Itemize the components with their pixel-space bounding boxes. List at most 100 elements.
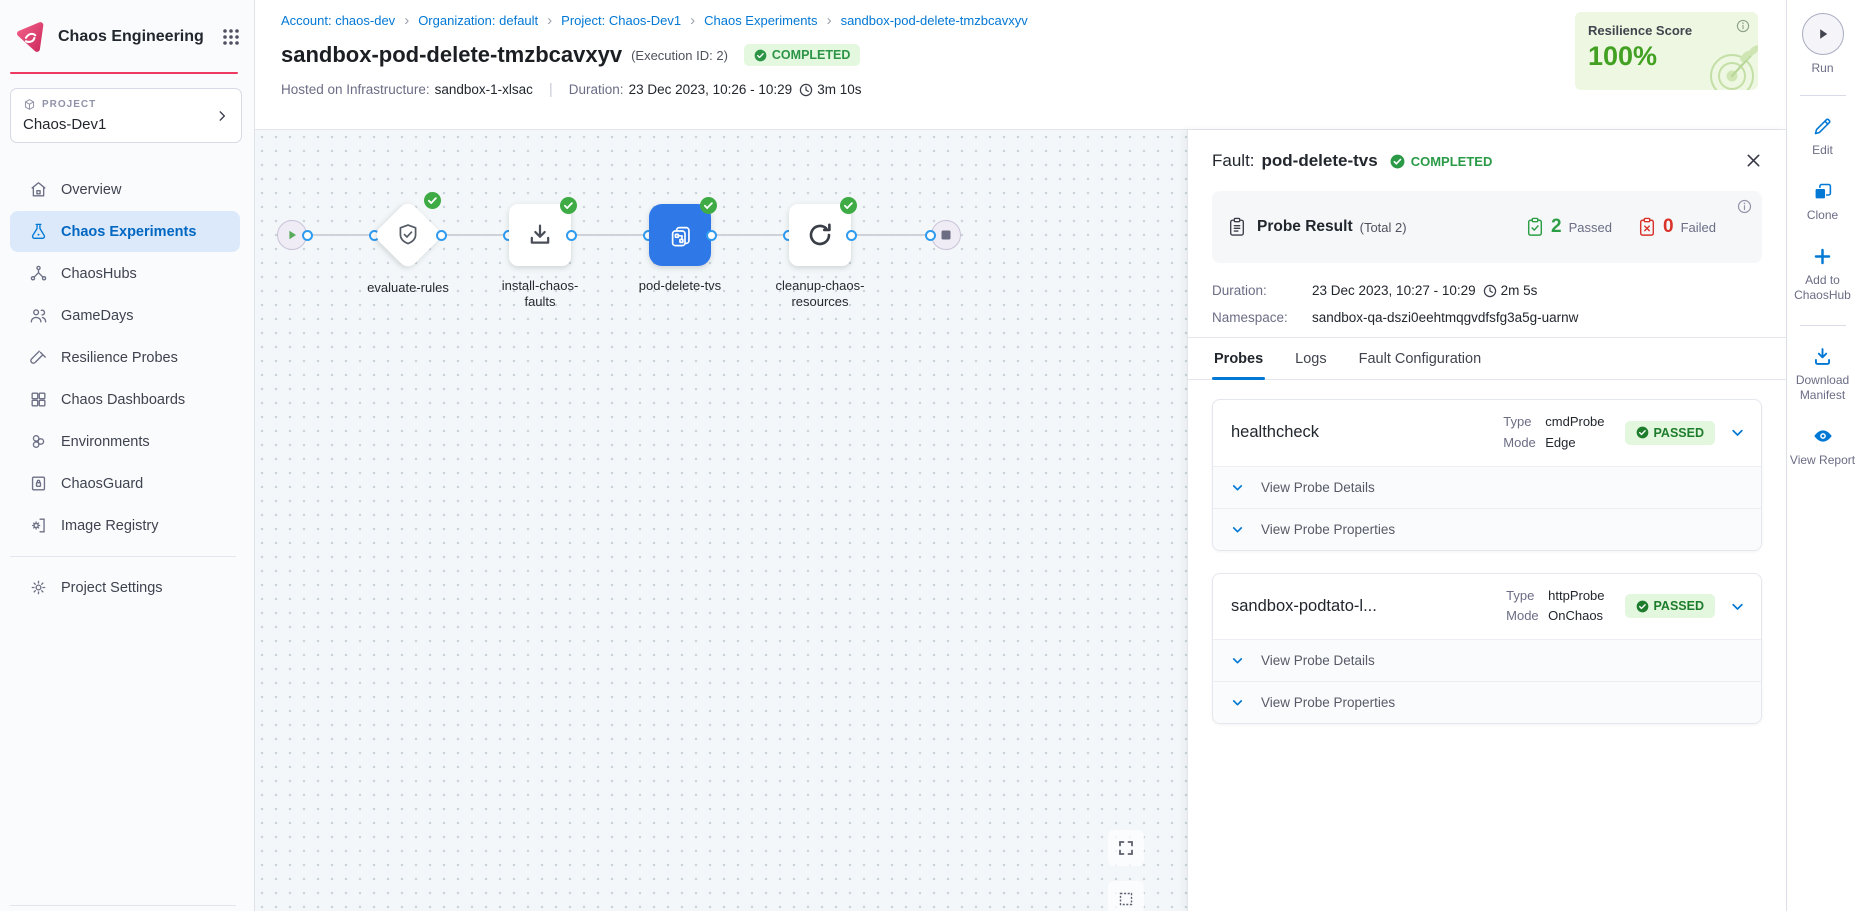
tab-logs[interactable]: Logs [1293,338,1328,379]
eye-icon [1812,425,1834,447]
clipboard-icon [1228,217,1246,237]
probe-result-title: Probe Result [1257,218,1353,236]
view-probe-details-row[interactable]: View Probe Details [1213,639,1761,681]
add-to-chaoshub-button[interactable]: Add to ChaosHub [1787,245,1858,303]
probe-mode: OnChaos [1548,606,1603,627]
clone-label: Clone [1807,208,1838,223]
sidebar-item-resilience-probes[interactable]: Resilience Probes [10,337,240,378]
close-icon[interactable] [1745,152,1762,169]
tab-probes[interactable]: Probes [1212,338,1265,379]
sidebar-item-environments[interactable]: Environments [10,421,240,462]
sidebar-item-label: Environments [61,434,150,450]
sidebar-item-chaos-experiments[interactable]: Chaos Experiments [10,211,240,252]
refresh-icon [805,220,835,250]
view-report-button[interactable]: View Report [1790,425,1855,468]
probe-card-sandbox-podtato: sandbox-podtato-l... TypehttpProbe ModeO… [1212,573,1762,725]
sidebar-item-image-registry[interactable]: Image Registry [10,505,240,546]
cube-icon [23,98,36,111]
environments-icon [29,432,48,451]
chevron-down-icon[interactable] [1730,599,1745,614]
brand-row: Chaos Engineering [0,0,254,72]
breadcrumb-organization[interactable]: Organization: default [418,13,538,28]
chevron-separator-icon: › [690,13,695,28]
fault-panel-header: Fault: pod-delete-tvs COMPLETED [1188,130,1786,171]
check-circle-icon [700,197,717,214]
tab-fault-configuration[interactable]: Fault Configuration [1357,338,1484,379]
node-label: evaluate-rules [356,280,460,296]
probe-type-mode: TypecmdProbe ModeEdge [1503,412,1604,454]
edit-button[interactable]: Edit [1812,115,1833,158]
chevron-separator-icon: › [547,13,552,28]
target-illustration [1690,34,1758,90]
download-manifest-button[interactable]: Download Manifest [1787,345,1858,403]
pipeline-node-pod-delete-tvs[interactable]: pod-delete-tvs [649,204,711,266]
sidebar-item-project-settings[interactable]: Project Settings [10,567,240,608]
sidebar-item-chaosguard[interactable]: ChaosGuard [10,463,240,504]
fault-status-badge: COMPLETED [1390,154,1493,169]
app-switcher-icon[interactable] [222,28,240,46]
hub-icon [29,264,48,283]
run-label: Run [1811,61,1833,76]
sidebar-item-chaos-dashboards[interactable]: Chaos Dashboards [10,379,240,420]
pipeline-node-evaluate-rules[interactable]: evaluate-rules [375,202,441,268]
project-selector[interactable]: PROJECT Chaos-Dev1 [10,88,242,143]
fault-meta: Duration: 23 Dec 2023, 10:27 - 10:29 2m … [1212,283,1762,325]
fault-duration-elapsed: 2m 5s [1501,283,1538,298]
view-probe-details-label: View Probe Details [1261,653,1375,668]
chevron-separator-icon: › [404,13,409,28]
pipeline-node-cleanup-chaos-resources[interactable]: cleanup-chaos-resources [789,204,851,266]
view-probe-properties-label: View Probe Properties [1261,522,1395,537]
view-report-label: View Report [1790,453,1855,468]
clock-icon [1483,284,1497,298]
probe-type: httpProbe [1548,586,1604,607]
clipboard-x-icon [1638,217,1656,237]
run-button[interactable] [1802,13,1844,55]
failed-summary: 0 Failed [1638,216,1716,238]
breadcrumb-account[interactable]: Account: chaos-dev [281,13,395,28]
clock-icon [799,83,813,97]
probe-name: sandbox-podtato-l... [1231,597,1506,616]
sidebar-item-overview[interactable]: Overview [10,169,240,210]
info-icon[interactable] [1736,19,1750,33]
plus-icon [1812,245,1833,267]
test-tube-icon [29,348,48,367]
view-probe-properties-row[interactable]: View Probe Properties [1213,681,1761,723]
info-icon[interactable] [1737,199,1752,214]
passed-label: Passed [1569,220,1612,235]
infrastructure-name: sandbox-1-xlsac [435,82,533,97]
fullscreen-icon [1118,840,1134,856]
dashboard-icon [29,390,48,409]
check-circle-icon [1636,426,1649,439]
sidebar-item-label: Chaos Dashboards [61,392,185,408]
selection-box-icon [1118,891,1134,907]
duration-value: 23 Dec 2023, 10:26 - 10:29 [629,82,793,97]
project-name: Chaos-Dev1 [23,116,229,133]
selection-box-button[interactable] [1108,881,1144,911]
chevron-down-icon[interactable] [1730,425,1745,440]
chevron-down-icon [1231,523,1244,536]
namespace-value: sandbox-qa-dszi0eehtmqgvdfsfg3a5g-uarnw [1312,310,1578,325]
view-probe-details-row[interactable]: View Probe Details [1213,466,1761,508]
sidebar-item-label: GameDays [61,308,134,324]
rail-divider [1800,95,1846,96]
probe-mode: Edge [1545,433,1575,454]
registry-gear-icon [29,516,48,535]
add-to-chaoshub-label: Add to ChaosHub [1787,273,1858,303]
pipeline-connector [851,234,931,236]
clone-button[interactable]: Clone [1807,180,1838,223]
node-label: cleanup-chaos-resources [768,278,872,311]
passed-count: 2 [1551,216,1562,238]
fault-duration-label: Duration: [1212,283,1312,298]
breadcrumb-experiments[interactable]: Chaos Experiments [704,13,817,28]
pipeline-node-install-chaos-faults[interactable]: install-chaos-faults [509,204,571,266]
pipeline-connector [571,234,649,236]
sidebar-item-label: Chaos Experiments [61,224,196,240]
sidebar-item-chaoshubs[interactable]: ChaosHubs [10,253,240,294]
chevron-down-icon [1231,481,1244,494]
fullscreen-button[interactable] [1108,830,1144,866]
breadcrumb-current[interactable]: sandbox-pod-delete-tmzbcavxyv [841,13,1028,28]
view-probe-properties-row[interactable]: View Probe Properties [1213,508,1761,550]
breadcrumb-project[interactable]: Project: Chaos-Dev1 [561,13,681,28]
sidebar-item-gamedays[interactable]: GameDays [10,295,240,336]
install-download-icon [526,221,554,249]
